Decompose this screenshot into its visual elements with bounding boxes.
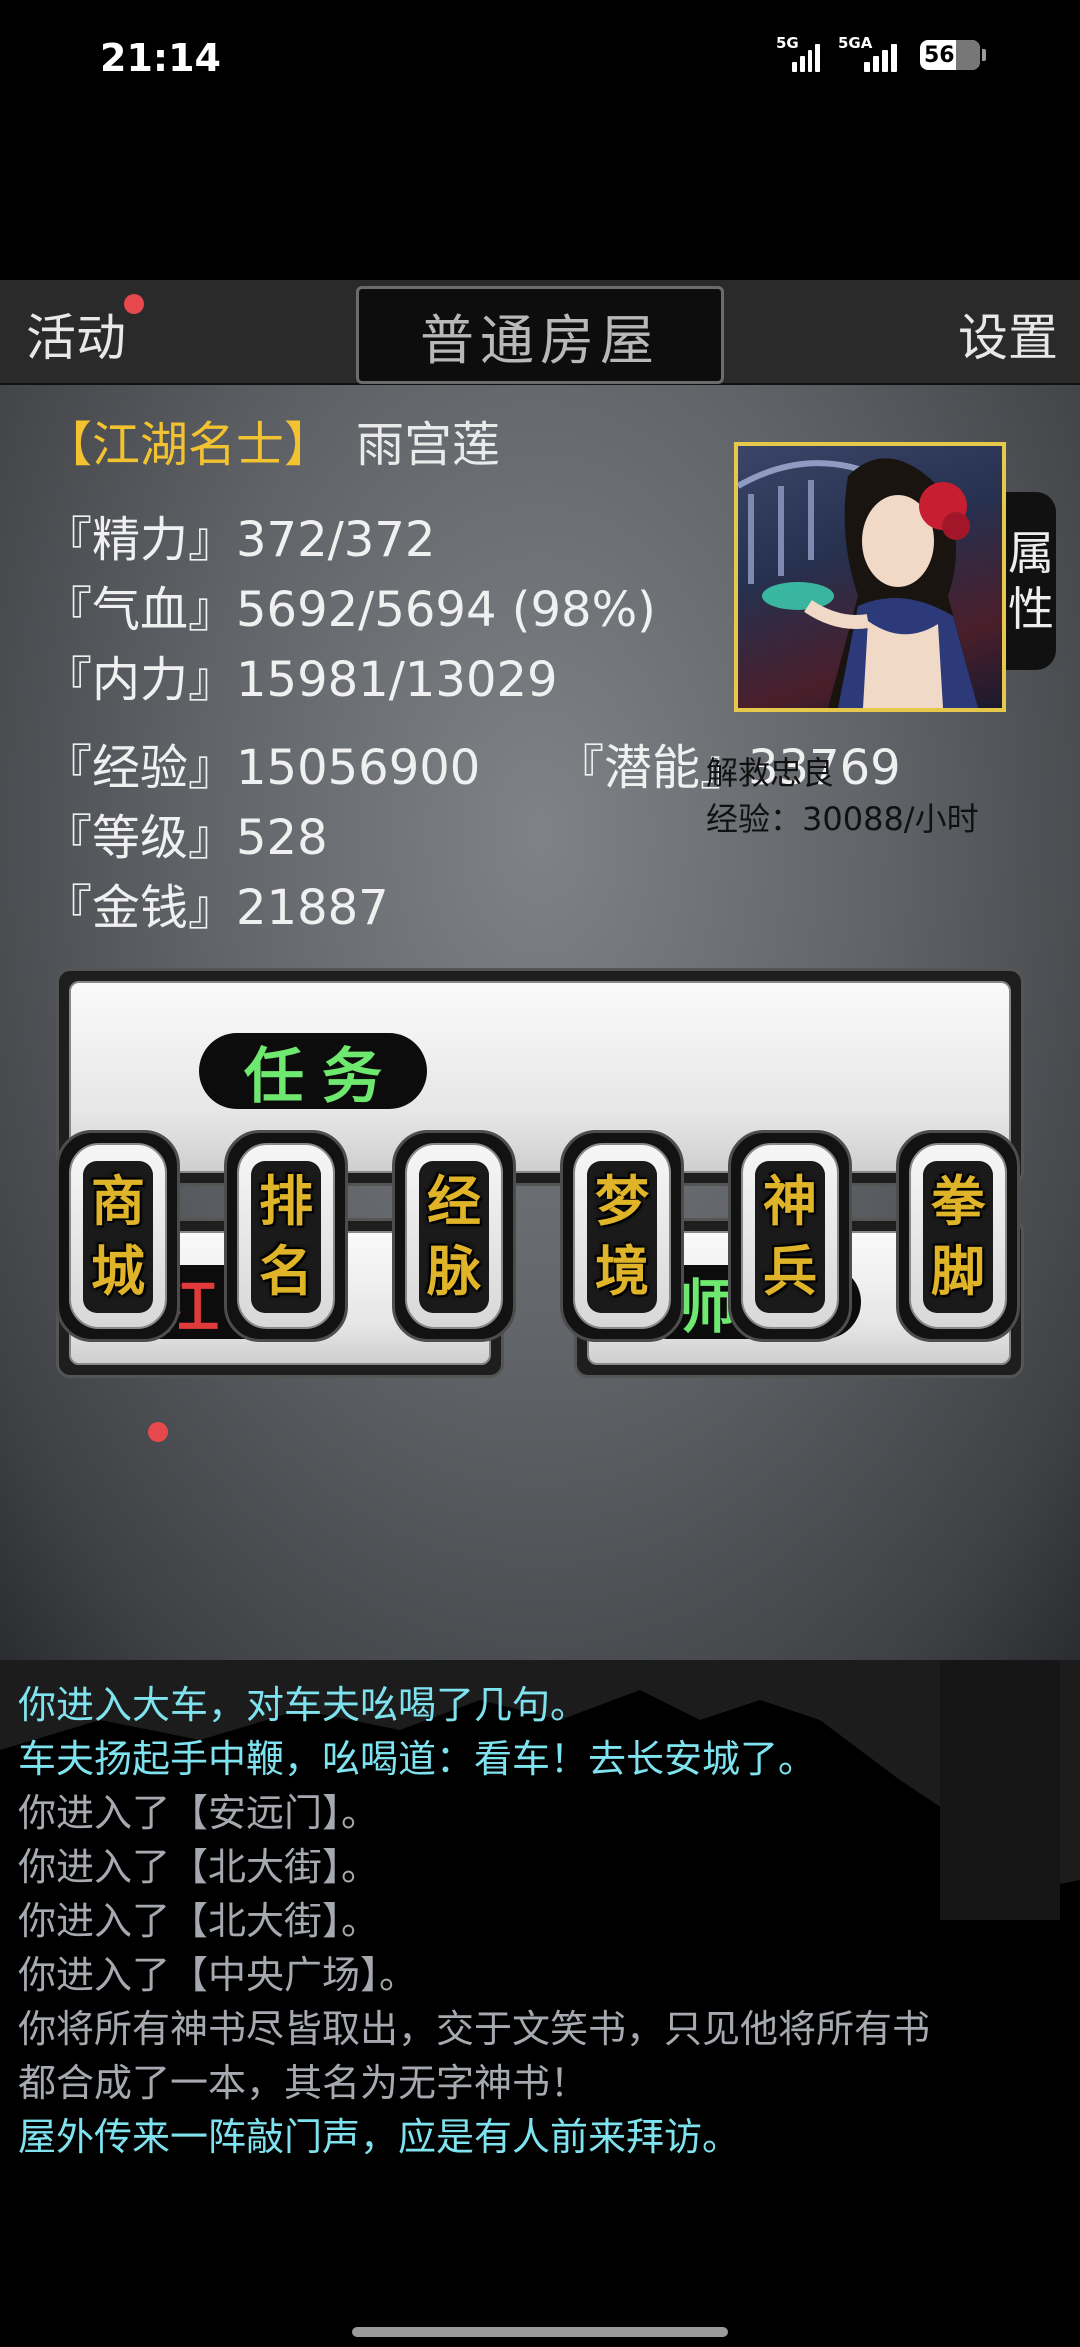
- signal-label-2: 5GA: [838, 34, 873, 52]
- attributes-tab-char-1: 属: [1008, 526, 1054, 580]
- shop-label-1: 商: [91, 1169, 145, 1233]
- task-name: 解救忠良: [706, 754, 835, 792]
- stat-money: 『金钱』21887: [44, 868, 389, 938]
- signal-icon-2: 5GA: [838, 34, 902, 72]
- shop-button[interactable]: 商城: [56, 1130, 180, 1342]
- meridians-label-2: 脉: [427, 1239, 481, 1303]
- task-card[interactable]: 任务: [56, 968, 1024, 1186]
- character-name: 雨宫莲: [356, 417, 501, 473]
- stat-mp-value: 15981/13029: [236, 652, 558, 708]
- fist-kick-label-1: 拳: [931, 1169, 985, 1233]
- game-panel: 活动 普通房屋 设置 【江湖名士】 雨宫莲 『精力』372/372 『气血』569…: [0, 280, 1080, 1950]
- divine-weapon-button[interactable]: 神兵: [728, 1130, 852, 1342]
- settings-button[interactable]: 设置: [958, 298, 1058, 370]
- portrait-illustration: [738, 458, 978, 708]
- stat-energy-label: 『精力』: [44, 512, 237, 568]
- meridians-label-1: 经: [427, 1169, 481, 1233]
- stat-hp-value: 5692/5694 (98%): [236, 582, 656, 638]
- task-exp-rate: 经验：30088/小时: [706, 800, 979, 838]
- log-line: 你进入了【北大街】。: [18, 1899, 380, 1943]
- task-button[interactable]: 任务: [199, 1033, 427, 1112]
- home-indicator[interactable]: [352, 2327, 728, 2337]
- ranking-label-2: 名: [259, 1239, 313, 1303]
- log-line: 你进入了【北大街】。: [18, 1845, 380, 1889]
- fist-kick-button[interactable]: 拳脚: [896, 1130, 1020, 1342]
- battery-icon: 56: [920, 40, 986, 70]
- shop-notification-dot: [148, 1422, 168, 1442]
- stat-exp: 『经验』15056900: [44, 728, 480, 798]
- log-line: 你将所有神书尽皆取出，交于文笑书，只见他将所有书: [18, 2007, 931, 2051]
- meridians-button[interactable]: 经脉: [392, 1130, 516, 1342]
- stat-hp: 『气血』5692/5694 (98%): [44, 570, 656, 640]
- divine-weapon-label-1: 神: [763, 1169, 817, 1233]
- log-line: 屋外传来一阵敲门声，应是有人前来拜访。: [18, 2115, 741, 2159]
- attributes-tab[interactable]: 属 性: [1006, 492, 1056, 670]
- ranking-label-1: 排: [259, 1169, 313, 1233]
- stat-hp-label: 『气血』: [44, 582, 237, 638]
- stat-level: 『等级』528: [44, 798, 328, 868]
- stat-energy: 『精力』372/372: [44, 500, 435, 570]
- message-log[interactable]: 你进入大车，对车夫吆喝了几句。 车夫扬起手中鞭，吆喝道：看车！去长安城了。 你进…: [0, 1660, 1080, 2347]
- stat-mp: 『内力』15981/13029: [44, 640, 558, 710]
- battery-level: 56: [924, 42, 955, 68]
- signal-icon: 5G: [776, 34, 820, 72]
- dreamland-button[interactable]: 梦境: [560, 1130, 684, 1342]
- log-line: 你进入大车，对车夫吆喝了几句。: [18, 1683, 589, 1727]
- dreamland-label-2: 境: [595, 1239, 649, 1303]
- stat-exp-label: 『经验』: [44, 740, 237, 796]
- character-portrait[interactable]: [734, 442, 1006, 712]
- fist-kick-label-2: 脚: [931, 1239, 985, 1303]
- stat-money-value: 21887: [236, 880, 389, 936]
- log-line: 你进入了【中央广场】。: [18, 1953, 418, 1997]
- activity-button[interactable]: 活动: [26, 298, 126, 370]
- ranking-button[interactable]: 排名: [224, 1130, 348, 1342]
- dreamland-label-1: 梦: [595, 1169, 649, 1233]
- shop-label-2: 城: [91, 1239, 145, 1303]
- activity-notification-dot: [124, 294, 144, 314]
- stat-level-value: 528: [236, 810, 328, 866]
- divine-weapon-label-2: 兵: [763, 1239, 817, 1303]
- stat-mp-label: 『内力』: [44, 652, 237, 708]
- status-icons: 5G 5GA 56: [776, 34, 986, 72]
- stat-energy-value: 372/372: [236, 512, 436, 568]
- top-header: 活动 普通房屋 设置: [0, 280, 1080, 385]
- signal-label-1: 5G: [776, 34, 799, 52]
- character-title-badge: 【江湖名士】: [44, 417, 333, 473]
- status-bar: 21:14 5G 5GA 56: [0, 0, 1080, 280]
- room-title: 普通房屋: [356, 286, 724, 384]
- stat-exp-value: 15056900: [236, 740, 481, 796]
- log-line: 都合成了一本，其名为无字神书！: [18, 2061, 589, 2105]
- stat-money-label: 『金钱』: [44, 880, 237, 936]
- log-line: 你进入了【安远门】。: [18, 1791, 380, 1835]
- task-info: 解救忠良 经验：30088/小时: [706, 750, 979, 842]
- stat-level-label: 『等级』: [44, 810, 237, 866]
- attributes-tab-char-2: 性: [1008, 582, 1054, 636]
- log-line: 车夫扬起手中鞭，吆喝道：看车！去长安城了。: [18, 1737, 817, 1781]
- character-title-line: 【江湖名士】 雨宫莲: [44, 405, 500, 475]
- status-time: 21:14: [100, 36, 221, 80]
